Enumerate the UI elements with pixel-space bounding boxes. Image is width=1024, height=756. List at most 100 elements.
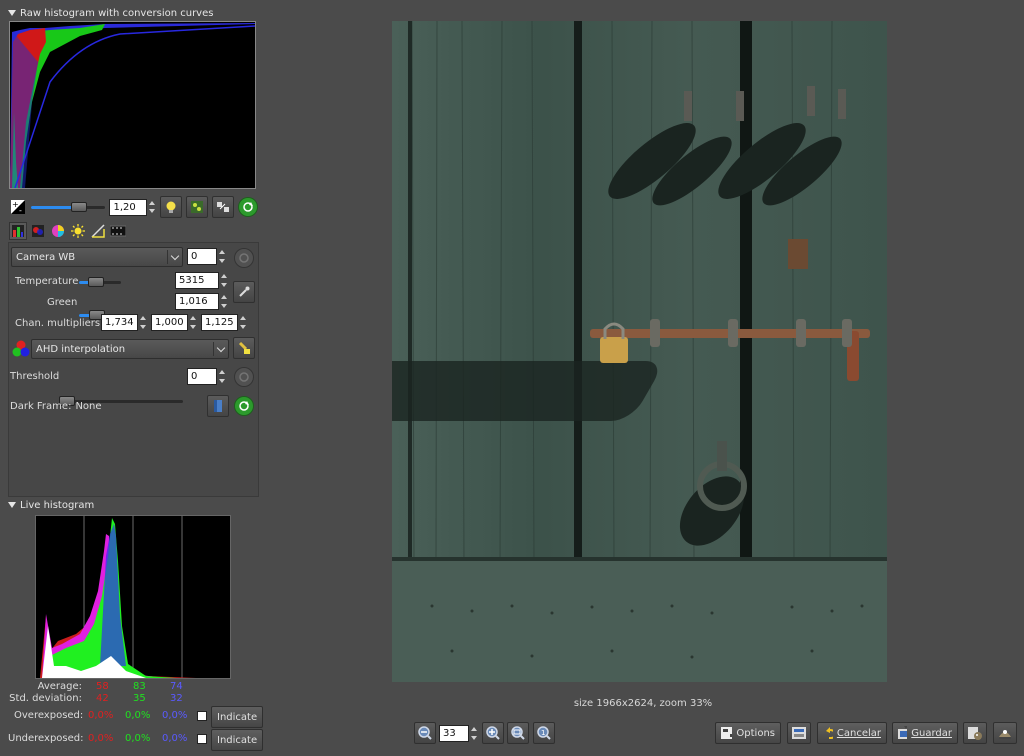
preview-image[interactable] — [392, 21, 887, 682]
tool-tabs — [9, 222, 258, 242]
brush-icon — [238, 341, 250, 354]
zoom-in-button[interactable] — [482, 722, 504, 744]
reset-threshold-button[interactable] — [234, 367, 254, 387]
clip-highlights-button[interactable] — [212, 196, 235, 218]
chan-green-value[interactable]: 1,000 — [151, 314, 188, 331]
clip-icon — [217, 202, 230, 212]
exposure-slider[interactable] — [30, 201, 106, 213]
save-as-icon — [792, 727, 806, 739]
load-dark-frame-button[interactable] — [207, 395, 229, 417]
wb-preset-spin[interactable]: 0 — [187, 248, 226, 265]
status-bar: size 1966x2624, zoom 33% — [262, 698, 1024, 714]
options-button[interactable]: Options — [715, 722, 781, 744]
cancel-button[interactable]: Cancelar — [817, 722, 887, 744]
threshold-label: Threshold — [10, 371, 60, 382]
indicate-label: Indicate — [217, 711, 258, 723]
raw-histogram-plot — [10, 23, 256, 189]
zoom-fit-button[interactable] — [507, 722, 529, 744]
temperature-slider[interactable] — [79, 276, 121, 288]
temperature-value[interactable]: 5315 — [175, 272, 219, 289]
tab-exif[interactable] — [109, 222, 127, 240]
chevron-down-icon — [170, 251, 180, 260]
live-histogram-expander[interactable]: Live histogram — [8, 498, 258, 512]
overexposed-indicate-button[interactable]: Indicate — [211, 706, 264, 728]
over-blue: 0,0% — [162, 710, 188, 721]
reset-exposure-button[interactable] — [238, 197, 259, 217]
collapse-triangle-icon — [8, 502, 16, 508]
interpolation-combo[interactable]: AHD interpolation — [31, 339, 229, 359]
tab-color-management[interactable] — [29, 222, 47, 240]
chan-green-spin[interactable]: 1,000 — [151, 314, 197, 331]
tab-lightness[interactable] — [89, 222, 107, 240]
raw-histogram — [9, 21, 256, 189]
raw-histogram-title: Raw histogram with conversion curves — [20, 7, 214, 19]
std-blue: 32 — [170, 693, 183, 704]
wb-preset-spin-value[interactable]: 0 — [187, 248, 217, 265]
zoom-fit-icon — [511, 726, 525, 740]
temperature-slider-knob[interactable] — [88, 277, 104, 287]
dark-frame-label: Dark Frame: — [10, 401, 72, 412]
zoom-100-button[interactable]: 1 — [533, 722, 555, 744]
tab-corrections[interactable] — [69, 222, 87, 240]
chan-blue-spin[interactable]: 1,125 — [201, 314, 247, 331]
temperature-spin[interactable]: 5315 — [175, 272, 228, 289]
lightbulb-icon — [166, 201, 176, 213]
interpolation-value: AHD interpolation — [36, 343, 126, 355]
spot-wb-button[interactable] — [233, 281, 255, 303]
delete-button[interactable] — [993, 722, 1017, 744]
chan-red-spin[interactable]: 1,734 — [101, 314, 147, 331]
chan-red-value[interactable]: 1,734 — [101, 314, 138, 331]
preview-area — [262, 0, 1024, 697]
exposure-spin[interactable]: 1,20 — [109, 198, 156, 216]
svg-text:+: + — [12, 200, 19, 209]
dark-frame-value: None — [75, 401, 102, 412]
underexposed-indicate-button[interactable]: Indicate — [211, 729, 264, 751]
chan-blue-value[interactable]: 1,125 — [201, 314, 238, 331]
raw-histogram-expander[interactable]: Raw histogram with conversion curves — [8, 6, 258, 20]
exposure-value[interactable]: 1,20 — [109, 198, 148, 216]
save-as-button[interactable] — [787, 722, 811, 744]
smoothing-button[interactable] — [233, 337, 255, 359]
green-spin[interactable]: 1,016 — [175, 293, 228, 310]
save-icon — [898, 726, 908, 739]
under-green: 0,0% — [125, 733, 151, 744]
film-icon — [110, 225, 126, 237]
underexposed-label: Underexposed: — [8, 733, 84, 744]
underexposed-checkbox[interactable] — [197, 734, 207, 744]
temperature-label: Temperature — [15, 276, 79, 287]
tab-raw[interactable] — [9, 222, 27, 240]
chevron-down-icon — [216, 343, 226, 352]
zoom-value[interactable]: 33 — [439, 725, 469, 742]
tab-color[interactable] — [49, 222, 67, 240]
reset-icon — [239, 401, 249, 411]
chan-multipliers-label: Chan. multipliers: — [15, 318, 104, 329]
collapse-triangle-icon — [8, 10, 16, 16]
exposure-row: + - 1,20 — [9, 194, 259, 220]
status-text: size 1966x2624, zoom 33% — [573, 698, 713, 709]
raw-icon — [12, 225, 24, 237]
zoom-spin[interactable]: 33 — [439, 725, 478, 742]
average-label: Average: — [37, 681, 82, 692]
cancel-label: Cancelar — [836, 727, 881, 739]
options-icon — [721, 727, 733, 739]
std-red: 42 — [96, 693, 109, 704]
eyedropper-icon — [239, 286, 250, 297]
overexposed-checkbox[interactable] — [197, 711, 207, 721]
green-value[interactable]: 1,016 — [175, 293, 219, 310]
zoom-out-button[interactable] — [414, 722, 436, 744]
restore-details-button[interactable] — [186, 196, 209, 218]
wb-preset-combo[interactable]: Camera WB — [11, 247, 183, 267]
save-button[interactable]: Guardar — [892, 722, 958, 744]
threshold-value[interactable]: 0 — [187, 368, 217, 385]
reset-dark-frame-button[interactable] — [234, 396, 254, 416]
indicate-label: Indicate — [217, 734, 258, 746]
zoom-out-icon — [418, 726, 432, 740]
save-label: Guardar — [911, 727, 952, 739]
exposure-icon: + - — [9, 198, 27, 216]
undo-arrow-icon — [826, 727, 833, 739]
send-to-gimp-button[interactable] — [963, 722, 987, 744]
threshold-spin[interactable]: 0 — [187, 368, 226, 385]
auto-exposure-button[interactable] — [160, 196, 183, 218]
average-red: 58 — [96, 681, 109, 692]
reset-wb-button[interactable] — [234, 248, 254, 268]
